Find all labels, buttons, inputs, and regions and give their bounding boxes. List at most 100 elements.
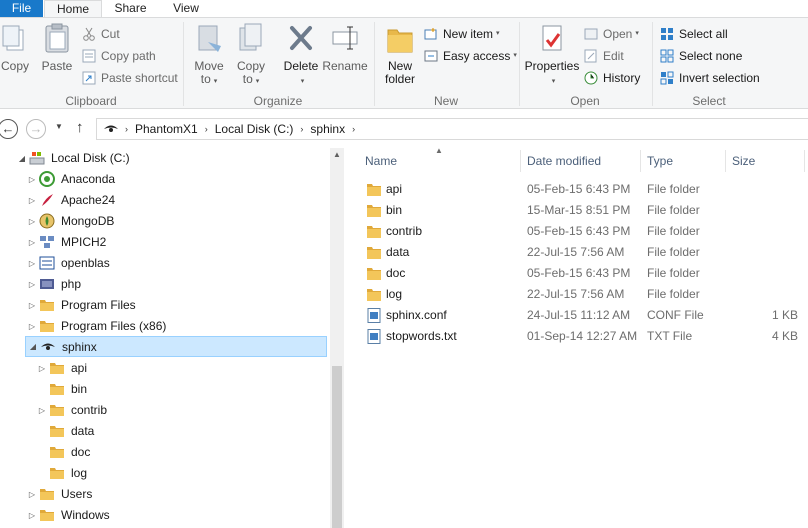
folder-icon [40,489,54,500]
tree-item-contrib[interactable]: ▷ contrib [37,400,107,420]
collapsed-arrow-icon[interactable]: ▷ [27,217,37,226]
column-header-type[interactable]: Type [647,150,722,172]
column-divider[interactable] [640,150,641,172]
file-row-data[interactable]: data 22-Jul-15 7:56 AM File folder [360,242,808,263]
breadcrumb-sphinx[interactable]: sphinx [310,122,345,136]
file-type: CONF File [647,308,704,322]
file-size: 4 KB [771,329,798,343]
collapsed-arrow-icon[interactable]: ▷ [27,511,37,520]
copy-path-button[interactable]: Copy path [82,46,156,66]
copy-path-icon [82,49,96,63]
scrollbar-thumb[interactable] [332,366,342,528]
tree-item-local-disk[interactable]: ◢ Local Disk (C:) [17,148,130,168]
column-divider[interactable] [520,150,521,172]
collapsed-arrow-icon[interactable]: ▷ [27,196,37,205]
recent-locations-button[interactable]: ▼ [55,122,63,131]
collapsed-arrow-icon[interactable]: ▷ [27,175,37,184]
breadcrumb-separator[interactable]: › [300,124,303,134]
tree-item-users[interactable]: ▷ Users [27,484,92,504]
copy-to-button[interactable]: Copy to ▾ [232,22,270,88]
tree-item-log[interactable]: log [37,463,87,483]
tree-item-sphinx[interactable]: ◢ sphinx [25,336,327,357]
folder-icon [367,205,381,217]
file-row-log[interactable]: log 22-Jul-15 7:56 AM File folder [360,284,808,305]
column-header-size[interactable]: Size [732,150,802,172]
breadcrumb-separator[interactable]: › [125,124,128,134]
new-item-button[interactable]: New item ▾ [424,24,500,44]
file-row-sphinx-conf[interactable]: sphinx.conf 24-Jul-15 11:12 AM CONF File… [360,305,808,326]
delete-button[interactable]: Delete ▾ [282,22,320,88]
invert-selection-button[interactable]: Invert selection [660,68,760,88]
tree-item-program-files[interactable]: ▷ Program Files [27,295,136,315]
tree-item-mongodb[interactable]: ▷ MongoDB [27,211,114,231]
file-row-stopwords[interactable]: stopwords.txt 01-Sep-14 12:27 AM TXT Fil… [360,326,808,347]
file-row-doc[interactable]: doc 05-Feb-15 6:43 PM File folder [360,263,808,284]
tree-item-api[interactable]: ▷ api [37,358,87,378]
tab-share[interactable]: Share [103,0,158,17]
easy-access-icon [424,50,438,62]
tree-item-mpich2[interactable]: ▷ MPICH2 [27,232,106,252]
expanded-arrow-icon[interactable]: ◢ [17,154,27,163]
rename-button[interactable]: Rename [322,22,368,73]
tree-item-anaconda[interactable]: ▷ Anaconda [27,169,115,189]
paste-shortcut-button[interactable]: Paste shortcut [82,68,178,88]
breadcrumb-local-disk[interactable]: Local Disk (C:) [215,122,294,136]
move-to-button[interactable]: Move to ▾ [190,22,228,88]
back-button[interactable]: ← [0,119,18,139]
forward-button[interactable]: → [26,119,46,139]
collapsed-arrow-icon[interactable]: ▷ [27,259,37,268]
copy-button[interactable]: Copy [0,22,30,73]
tree-item-bin[interactable]: bin [37,379,87,399]
open-button[interactable]: Open ▾ [584,24,639,44]
collapsed-arrow-icon[interactable]: ▷ [27,490,37,499]
tab-view[interactable]: View [160,0,212,17]
easy-access-button[interactable]: Easy access ▾ [424,46,517,66]
select-all-button[interactable]: Select all [660,24,728,44]
copy-icon [2,25,24,51]
php-icon [40,279,54,289]
breadcrumb-separator[interactable]: › [205,124,208,134]
tree-label: bin [71,382,88,396]
breadcrumb-separator[interactable]: › [352,124,355,134]
tree-item-apache24[interactable]: ▷ Apache24 [27,190,115,210]
collapsed-arrow-icon[interactable]: ▷ [37,364,47,373]
collapsed-arrow-icon[interactable]: ▷ [27,322,37,331]
tree-item-windows[interactable]: ▷ Windows [27,505,110,525]
column-header-name[interactable]: Name [365,150,515,172]
file-row-bin[interactable]: bin 15-Mar-15 8:51 PM File folder [360,200,808,221]
tree-item-program-files-x86[interactable]: ▷ Program Files (x86) [27,316,166,336]
file-size: 1 KB [771,308,798,322]
column-header-date[interactable]: Date modified [527,150,637,172]
tree-item-data[interactable]: data [37,421,94,441]
file-date: 05-Feb-15 6:43 PM [527,182,631,196]
collapsed-arrow-icon[interactable]: ▷ [27,280,37,289]
file-type: File folder [647,224,700,238]
tree-item-php[interactable]: ▷ php [27,274,81,294]
address-bar[interactable]: › PhantomX1 › Local Disk (C:) › sphinx › [96,118,808,140]
up-button[interactable]: ↑ [76,119,84,136]
properties-button[interactable]: Properties ▾ [524,22,580,88]
file-row-contrib[interactable]: contrib 05-Feb-15 6:43 PM File folder [360,221,808,242]
edit-button[interactable]: Edit [584,46,624,66]
select-all-label: Select all [679,27,728,41]
history-label: History [603,71,641,85]
column-divider[interactable] [804,150,805,172]
tab-file[interactable]: File [0,0,43,17]
scroll-up-arrow-icon[interactable]: ▲ [330,148,344,162]
breadcrumb-phantomx1[interactable]: PhantomX1 [135,122,198,136]
collapsed-arrow-icon[interactable]: ▷ [37,406,47,415]
collapsed-arrow-icon[interactable]: ▷ [27,301,37,310]
history-button[interactable]: History [584,68,640,88]
paste-button[interactable]: Paste [40,22,74,73]
nav-scrollbar[interactable]: ▲ [330,148,344,528]
file-row-api[interactable]: api 05-Feb-15 6:43 PM File folder [360,179,808,200]
select-none-button[interactable]: Select none [660,46,742,66]
tab-home[interactable]: Home [44,0,102,18]
column-divider[interactable] [725,150,726,172]
tree-item-openblas[interactable]: ▷ openblas [27,253,110,273]
expanded-arrow-icon[interactable]: ◢ [28,342,38,351]
new-folder-button[interactable]: New folder [380,22,420,86]
tree-item-doc[interactable]: doc [37,442,90,462]
cut-button[interactable]: Cut [82,24,120,44]
collapsed-arrow-icon[interactable]: ▷ [27,238,37,247]
